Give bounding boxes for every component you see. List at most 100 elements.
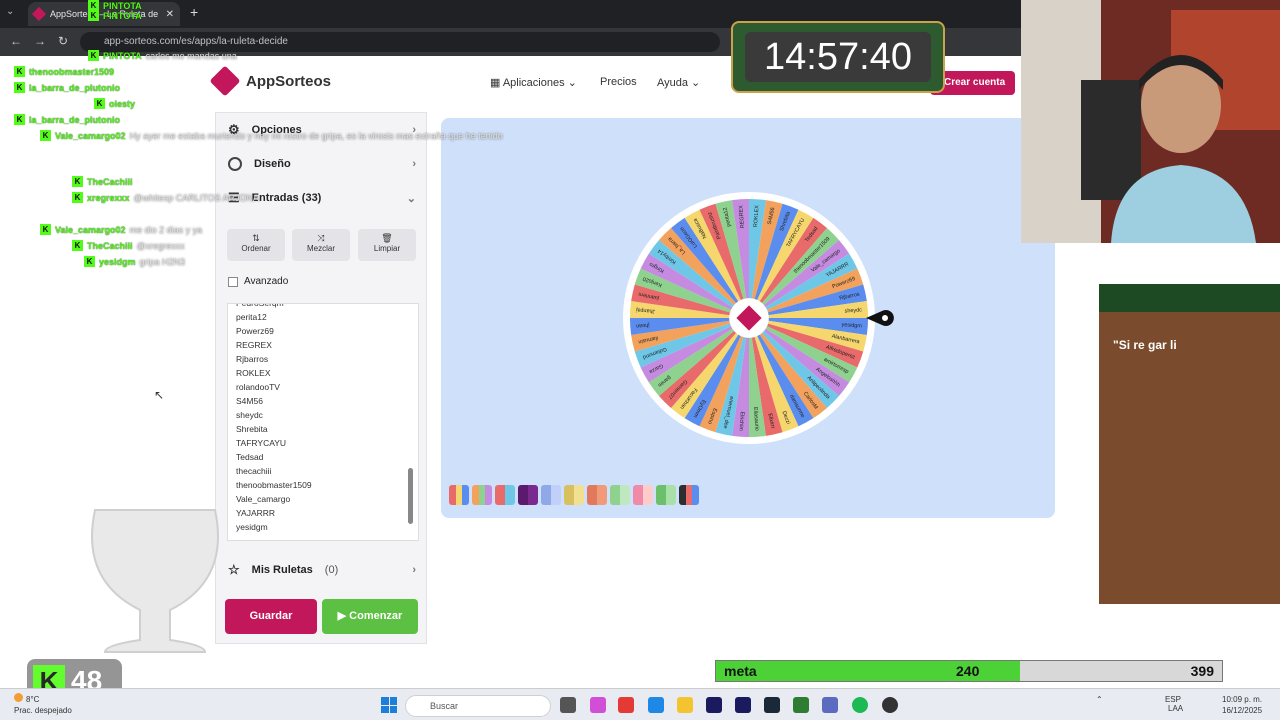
kick-badge-icon: K [88, 10, 99, 21]
kick-badge-icon: K [14, 66, 25, 77]
chat-username: TheCachiii [87, 240, 133, 251]
garland-decoration [1099, 284, 1280, 312]
premiere-icon[interactable] [706, 697, 722, 713]
kick-badge-icon: K [88, 50, 99, 61]
entry-item: YAJARRR [236, 508, 276, 518]
chat-username: la_barra_de_plutonio [29, 114, 121, 125]
palette-swatch[interactable] [587, 485, 607, 505]
chat-username: TheCachiii [87, 176, 133, 187]
obs-icon[interactable] [882, 697, 898, 713]
edge-icon[interactable] [648, 697, 664, 713]
comenzar-button[interactable]: ▶ Comenzar [322, 599, 418, 634]
palette-swatch[interactable] [472, 485, 492, 505]
weather-text: Prac. despejado [14, 706, 72, 715]
chat-username: oiesty [109, 98, 136, 109]
teams-icon[interactable] [822, 697, 838, 713]
audition-icon[interactable] [735, 697, 751, 713]
webcam-feed [1021, 0, 1280, 243]
task-view-icon[interactable] [560, 697, 576, 713]
green-app-icon[interactable] [793, 697, 809, 713]
entry-item: Rjbarros [236, 354, 269, 364]
wheel-stage: yesidgm Alanbarrera Alfredoperez amirtorres… [441, 118, 1055, 518]
taskbar-clock[interactable]: 10:09 p. m. 16/12/2025 [1222, 694, 1262, 716]
goal-max: 399 [1190, 663, 1214, 679]
lang-code[interactable]: ESP [1165, 695, 1181, 704]
chat-username: PINTOTA [103, 50, 142, 61]
weather-widget[interactable]: 8°C Prac. despejado [14, 693, 72, 716]
wheel-segment-label: jhoan [636, 322, 651, 329]
entries-textarea[interactable]: PedroSerqm perita12 Powerz69 REGREX Rjbarros… [227, 303, 419, 541]
kick-badge-icon: K [14, 114, 25, 125]
stream-chat-overlay: K PINTOTA K PINTOTA K PINTOTA carlos me mandas… [14, 0, 503, 280]
palette-swatch[interactable] [679, 485, 699, 505]
entry-item: Shrebita [236, 424, 268, 434]
palette-swatch[interactable] [610, 485, 630, 505]
entries-scrollbar[interactable] [408, 306, 416, 538]
palette-swatch[interactable] [449, 485, 469, 505]
kick-badge-icon: K [40, 130, 51, 141]
glass-decoration-icon [91, 509, 219, 653]
chat-message: Kla_barra_de_plutonio [14, 82, 124, 93]
entry-item: perita12 [236, 312, 267, 322]
goal-label: meta [724, 663, 757, 679]
chat-username: PINTOTA [103, 10, 142, 21]
copilot-icon[interactable] [590, 697, 606, 713]
chat-text: @whitesp CARLITOS ARJONA [133, 192, 260, 203]
kick-badge-icon: K [84, 256, 95, 267]
palette-swatch[interactable] [633, 485, 653, 505]
kick-badge-icon: K [72, 176, 83, 187]
kick-badge-icon: K [14, 82, 25, 93]
accordion-mis-ruletas[interactable]: ☆ Mis Ruletas (0) › [216, 553, 426, 587]
entry-item: thecachiii [236, 466, 272, 476]
system-tray[interactable]: ⌃ ESP LAA [1096, 695, 1183, 713]
palette-swatch[interactable] [564, 485, 584, 505]
file-explorer-icon[interactable] [677, 697, 693, 713]
chevron-down-icon: ⌄ [406, 192, 416, 205]
chat-username: Vale_camargo02 [55, 224, 126, 235]
palette-swatch[interactable] [518, 485, 538, 505]
chrome-icon[interactable] [618, 697, 634, 713]
kick-badge-icon: K [72, 192, 83, 203]
search-placeholder: Buscar [430, 701, 459, 711]
taskbar-search[interactable]: Buscar [405, 695, 551, 717]
wheel-svg: yesidgmAlanbarreraAlfredoperezamirtorres… [622, 191, 876, 445]
chat-username: la_barra_de_plutonio [29, 82, 121, 93]
chat-message: K PINTOTA [88, 10, 146, 21]
sun-icon [14, 693, 23, 702]
spotify-icon[interactable] [852, 697, 868, 713]
chat-username: xregrexxx [87, 192, 130, 203]
chat-text: gripa H2N3 [139, 256, 186, 267]
nav-aplicaciones[interactable]: ▦ Aplicaciones ⌄ [490, 76, 577, 89]
chat-message: Koiesty [94, 98, 139, 109]
entry-item: ROKLEX [236, 368, 271, 378]
roulette-wheel[interactable]: yesidgm Alanbarrera Alfredoperez amirtorres… [622, 190, 876, 446]
limpiar-label: Limpiar [373, 244, 401, 253]
chat-text: carlos me mandas una [145, 50, 237, 61]
palette-swatch[interactable] [656, 485, 676, 505]
weather-temp: 8°C [26, 695, 40, 704]
goal-bar: meta 240 399 [715, 660, 1223, 682]
chat-message: K TheCachiii @xregrexxx [72, 240, 185, 251]
entry-item: Tedsad [236, 452, 264, 462]
chevron-right-icon: › [412, 564, 416, 576]
windows-start-icon[interactable] [381, 697, 397, 713]
palette-swatch[interactable] [541, 485, 561, 505]
lang-code-2: LAA [1168, 704, 1184, 713]
entries-list: PedroSerqm perita12 Powerz69 REGREX Rjbarros… [236, 304, 312, 534]
kick-badge-icon: K [94, 98, 105, 109]
mouse-cursor-icon: ↖ [154, 388, 165, 402]
chat-message: Kthenoobmaster1509 [14, 66, 118, 77]
quote-text: "Si re gar li [1113, 338, 1177, 352]
chat-text: Hy ayer me estaba muriendo y hoy mi rost… [129, 130, 503, 141]
guardar-button[interactable]: Guardar [225, 599, 317, 634]
chat-username: PINTOTA [103, 0, 142, 11]
chevron-up-icon[interactable]: ⌃ [1096, 695, 1103, 704]
nav-precios[interactable]: Precios [600, 76, 637, 88]
chevron-right-icon: › [412, 158, 416, 170]
steam-icon[interactable] [764, 697, 780, 713]
scrollbar-thumb[interactable] [408, 468, 413, 524]
palette-swatch[interactable] [495, 485, 515, 505]
entry-item: S4M56 [236, 396, 263, 406]
nav-ayuda[interactable]: Ayuda ⌄ [657, 76, 700, 89]
entry-item: sheydc [236, 410, 263, 420]
